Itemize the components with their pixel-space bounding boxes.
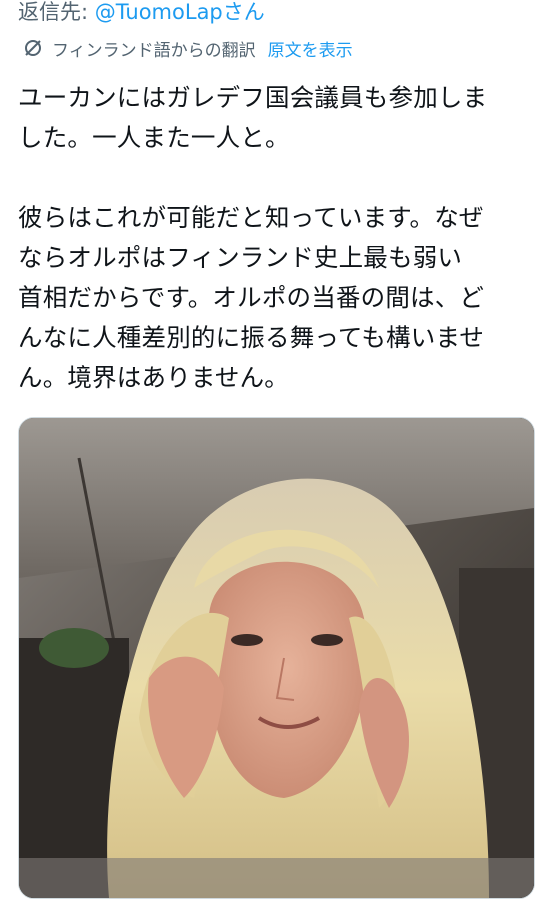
reply-to-line: 返信先: @TuomoLapさん	[18, 0, 265, 26]
tweet-line-6: 首相だからです。オルポの当番の間は、ど	[18, 283, 485, 312]
translation-label: フィンランド語からの翻訳	[52, 40, 256, 61]
reply-handle-link[interactable]: @TuomoLapさん	[95, 0, 265, 24]
tweet-line-8: ん。境界はありません。	[18, 363, 289, 392]
tweet-text: ユーカンにはガレデフ国会議員も参加しま した。一人また一人と。 彼らはこれが可能…	[18, 78, 536, 398]
tweet-line-2: した。一人また一人と。	[18, 123, 290, 152]
tweet-line-5: ならオルポはフィンランド史上最も弱い	[18, 243, 463, 272]
photo-illustration	[19, 418, 534, 898]
tweet-line-spacer	[18, 158, 536, 198]
tweet-line-1: ユーカンにはガレデフ国会議員も参加しま	[18, 83, 488, 112]
translate-globe-icon	[22, 37, 44, 59]
tweet-line-4: 彼らはこれが可能だと知っています。なぜ	[18, 203, 484, 232]
reply-prefix: 返信先:	[18, 0, 95, 24]
tweet-photo[interactable]	[18, 417, 535, 899]
tweet-line-7: んなに人種差別的に振る舞っても構いませ	[18, 323, 485, 352]
show-original-link[interactable]: 原文を表示	[268, 36, 353, 61]
translation-bar: フィンランド語からの翻訳 原文を表示	[22, 36, 353, 61]
